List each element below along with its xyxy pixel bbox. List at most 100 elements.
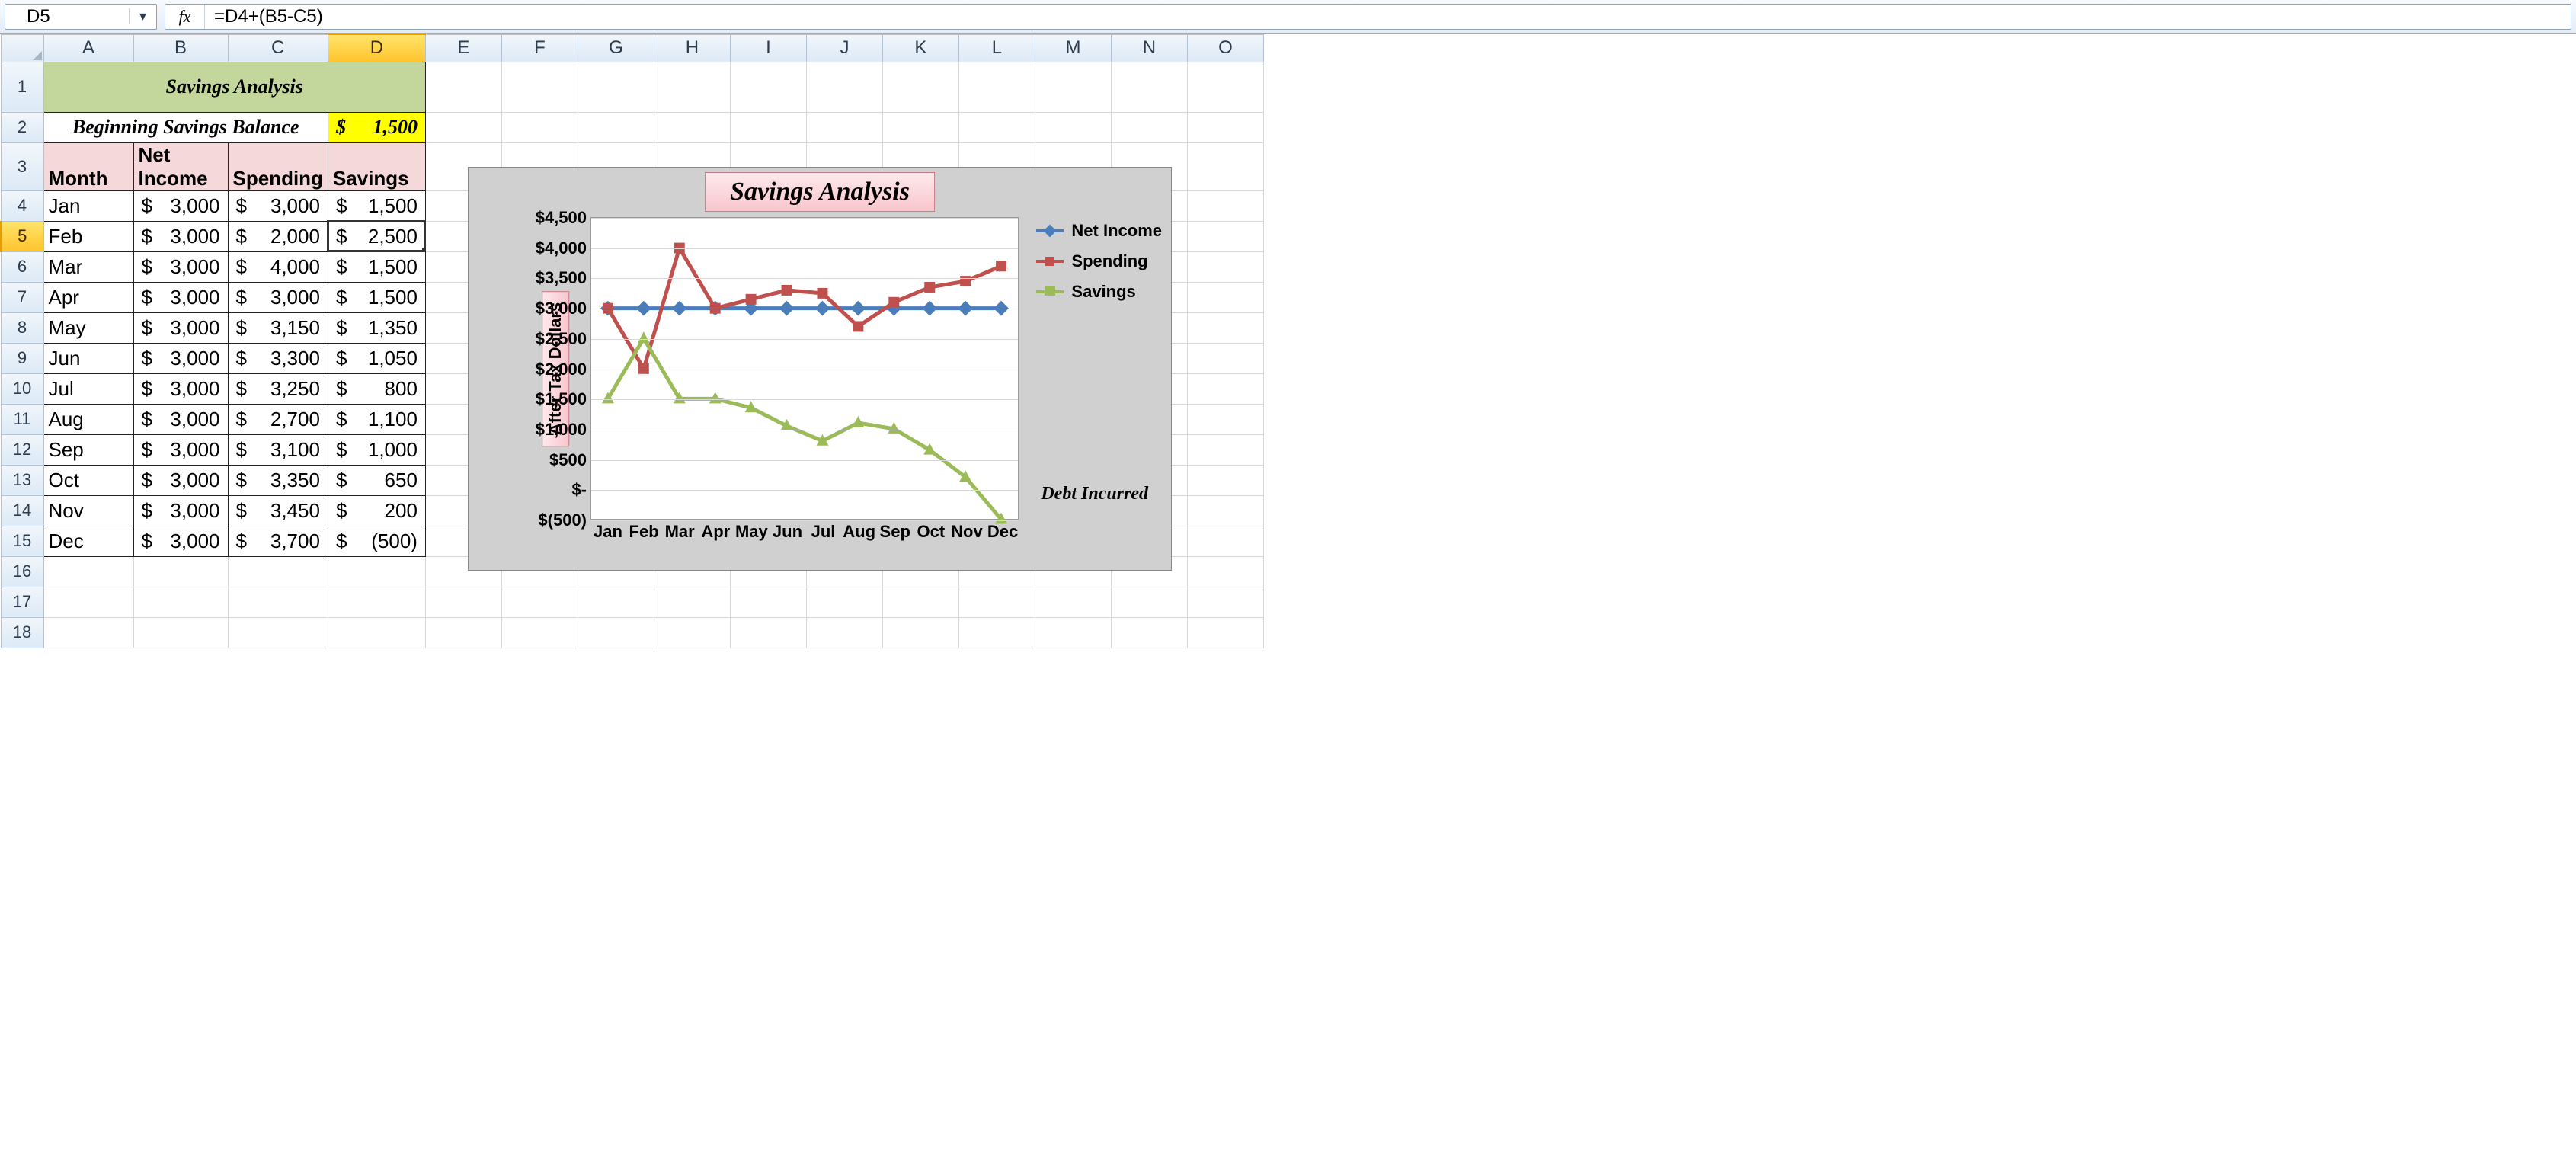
cell-net-income[interactable]: $3,000 (133, 251, 228, 282)
row-header-15[interactable]: 15 (1, 526, 43, 556)
cell-L18[interactable] (958, 617, 1035, 648)
cell-net-income[interactable]: $3,000 (133, 434, 228, 465)
cell-G1[interactable] (578, 62, 654, 112)
cell-savings[interactable]: $1,500 (328, 251, 425, 282)
row-header-8[interactable]: 8 (1, 312, 43, 343)
cell-spending[interactable]: $3,150 (228, 312, 328, 343)
cell-month[interactable]: Mar (43, 251, 133, 282)
formula-input[interactable]: =D4+(B5-C5) (205, 6, 2571, 27)
cell-savings[interactable]: $200 (328, 495, 425, 526)
cell-spending[interactable]: $4,000 (228, 251, 328, 282)
cell-month[interactable]: Oct (43, 465, 133, 495)
cell-N1[interactable] (1111, 62, 1187, 112)
cell-O9[interactable] (1187, 343, 1263, 373)
cell-O11[interactable] (1187, 404, 1263, 434)
cell-M17[interactable] (1035, 587, 1111, 617)
cell-A17[interactable] (43, 587, 133, 617)
cell-A16[interactable] (43, 556, 133, 587)
cell-savings[interactable]: $1,350 (328, 312, 425, 343)
chart-savings-analysis[interactable]: Savings Analysis After Tax Dollars $4,50… (468, 167, 1172, 571)
cell-J18[interactable] (806, 617, 882, 648)
cell-M2[interactable] (1035, 112, 1111, 142)
cell-E2[interactable] (425, 112, 501, 142)
col-header-i[interactable]: I (730, 34, 806, 62)
row-header-10[interactable]: 10 (1, 373, 43, 404)
name-box-dropdown[interactable]: ▾ (129, 8, 156, 24)
table-header-month[interactable]: Month (43, 142, 133, 190)
title-cell[interactable]: Savings Analysis (43, 62, 425, 112)
table-header-spending[interactable]: Spending (228, 142, 328, 190)
cell-A18[interactable] (43, 617, 133, 648)
cell-O12[interactable] (1187, 434, 1263, 465)
cell-spending[interactable]: $3,700 (228, 526, 328, 556)
cell-spending[interactable]: $3,350 (228, 465, 328, 495)
cell-H1[interactable] (654, 62, 730, 112)
cell-F2[interactable] (501, 112, 578, 142)
name-box[interactable]: D5 ▾ (5, 4, 157, 30)
cell-F18[interactable] (501, 617, 578, 648)
cell-net-income[interactable]: $3,000 (133, 221, 228, 251)
cell-net-income[interactable]: $3,000 (133, 404, 228, 434)
fx-button[interactable]: fx (165, 5, 205, 29)
cell-spending[interactable]: $3,000 (228, 282, 328, 312)
cell-H17[interactable] (654, 587, 730, 617)
cell-month[interactable]: Feb (43, 221, 133, 251)
beginning-balance-label[interactable]: Beginning Savings Balance (43, 112, 328, 142)
cell-C16[interactable] (228, 556, 328, 587)
cell-O14[interactable] (1187, 495, 1263, 526)
cell-M18[interactable] (1035, 617, 1111, 648)
cell-K1[interactable] (882, 62, 958, 112)
cell-savings[interactable]: $2,500 (328, 221, 425, 251)
cell-savings[interactable]: $1,050 (328, 343, 425, 373)
cell-H2[interactable] (654, 112, 730, 142)
cell-K2[interactable] (882, 112, 958, 142)
cell-net-income[interactable]: $3,000 (133, 312, 228, 343)
cell-savings[interactable]: $1,500 (328, 282, 425, 312)
cell-net-income[interactable]: $3,000 (133, 373, 228, 404)
cell-C18[interactable] (228, 617, 328, 648)
cell-net-income[interactable]: $3,000 (133, 343, 228, 373)
cell-spending[interactable]: $3,100 (228, 434, 328, 465)
cell-savings[interactable]: $1,100 (328, 404, 425, 434)
cell-L2[interactable] (958, 112, 1035, 142)
table-header-income[interactable]: Net Income (133, 142, 228, 190)
cell-G18[interactable] (578, 617, 654, 648)
cell-O7[interactable] (1187, 282, 1263, 312)
cell-month[interactable]: Aug (43, 404, 133, 434)
cell-I1[interactable] (730, 62, 806, 112)
cell-month[interactable]: May (43, 312, 133, 343)
row-header-3[interactable]: 3 (1, 142, 43, 190)
cell-savings[interactable]: $650 (328, 465, 425, 495)
col-header-a[interactable]: A (43, 34, 133, 62)
cell-D18[interactable] (328, 617, 425, 648)
cell-M1[interactable] (1035, 62, 1111, 112)
row-header-11[interactable]: 11 (1, 404, 43, 434)
col-header-o[interactable]: O (1187, 34, 1263, 62)
row-header-17[interactable]: 17 (1, 587, 43, 617)
cell-G17[interactable] (578, 587, 654, 617)
cell-month[interactable]: Dec (43, 526, 133, 556)
cell-E18[interactable] (425, 617, 501, 648)
cell-spending[interactable]: $2,700 (228, 404, 328, 434)
row-header-6[interactable]: 6 (1, 251, 43, 282)
col-header-f[interactable]: F (501, 34, 578, 62)
cell-spending[interactable]: $3,300 (228, 343, 328, 373)
cell-net-income[interactable]: $3,000 (133, 495, 228, 526)
col-header-m[interactable]: M (1035, 34, 1111, 62)
cell-N17[interactable] (1111, 587, 1187, 617)
row-header-16[interactable]: 16 (1, 556, 43, 587)
col-header-k[interactable]: K (882, 34, 958, 62)
cell-net-income[interactable]: $3,000 (133, 526, 228, 556)
select-all-corner[interactable] (1, 34, 43, 62)
beginning-balance-value[interactable]: $1,500 (328, 112, 425, 142)
cell-O6[interactable] (1187, 251, 1263, 282)
cell-L17[interactable] (958, 587, 1035, 617)
cell-J2[interactable] (806, 112, 882, 142)
row-header-13[interactable]: 13 (1, 465, 43, 495)
cell-month[interactable]: Nov (43, 495, 133, 526)
col-header-b[interactable]: B (133, 34, 228, 62)
row-header-5[interactable]: 5 (1, 221, 43, 251)
cell-net-income[interactable]: $3,000 (133, 190, 228, 221)
row-header-14[interactable]: 14 (1, 495, 43, 526)
col-header-g[interactable]: G (578, 34, 654, 62)
